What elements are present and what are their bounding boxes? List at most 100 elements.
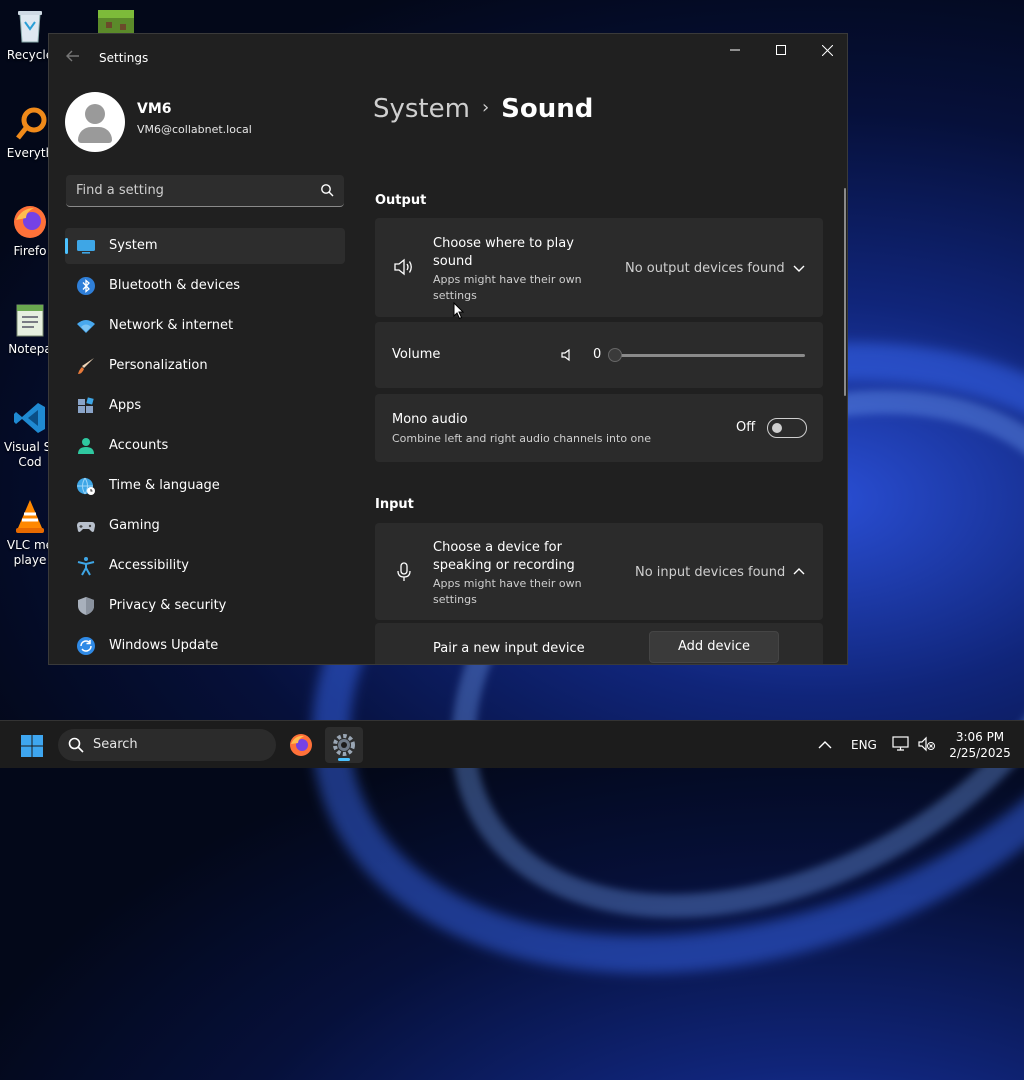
sidebar-item-label: Personalization: [109, 358, 208, 373]
input-device-title: Choose a device for speaking or recordin…: [433, 540, 575, 573]
update-icon: [77, 637, 95, 655]
output-section-title: Output: [375, 193, 427, 208]
title-bar[interactable]: Settings: [49, 34, 847, 82]
output-device-subtitle: Apps might have their own settings: [433, 273, 582, 302]
profile-email: VM6@collabnet.local: [137, 123, 252, 136]
gamepad-icon: [77, 522, 95, 532]
sidebar-item-time-language[interactable]: Time & language: [65, 468, 345, 504]
minimize-icon: [730, 49, 740, 51]
taskbar-search-label: Search: [93, 737, 138, 752]
volume-slider-track[interactable]: [615, 354, 805, 357]
shield-icon: [78, 597, 94, 615]
output-device-card[interactable]: Choose where to play sound Apps might ha…: [375, 218, 823, 317]
brush-icon: [78, 358, 94, 374]
pair-input-label: Pair a new input device: [433, 641, 585, 656]
microphone-icon: [397, 562, 411, 581]
active-app-indicator: [338, 758, 350, 761]
sidebar-item-system[interactable]: System: [65, 228, 345, 264]
volume-value: 0: [593, 347, 602, 362]
sidebar-item-gaming[interactable]: Gaming: [65, 508, 345, 544]
network-disconnected-icon[interactable]: [892, 736, 910, 752]
maximize-button[interactable]: [758, 34, 804, 66]
main-content: System › Sound Output Choose where to play…: [359, 82, 847, 664]
add-device-button[interactable]: Add device: [649, 631, 779, 663]
speaker-muted-icon[interactable]: [918, 736, 936, 752]
sidebar-item-windows-update[interactable]: Windows Update: [65, 628, 345, 664]
everything-search-icon: [12, 106, 48, 142]
notepad-icon: [12, 302, 48, 338]
volume-label: Volume: [392, 347, 441, 362]
breadcrumb-separator: ›: [481, 97, 490, 118]
accessibility-icon: [77, 557, 95, 576]
back-button[interactable]: [63, 48, 83, 68]
vscode-icon: [12, 400, 48, 436]
system-icon: [77, 240, 95, 254]
desktop-icon-minecraft[interactable]: [96, 8, 136, 34]
sidebar-item-label: Bluetooth & devices: [109, 278, 240, 293]
taskbar-firefox[interactable]: [282, 727, 320, 763]
find-setting-search[interactable]: Find a setting: [66, 175, 344, 207]
sidebar-nav: System Bluetooth & devices Network & int…: [65, 228, 345, 664]
volume-card: Volume 0: [375, 322, 823, 388]
close-button[interactable]: [804, 34, 847, 66]
sidebar-item-label: Accounts: [109, 438, 169, 453]
sidebar-item-accounts[interactable]: Accounts: [65, 428, 345, 464]
input-device-subtitle: Apps might have their own settings: [433, 577, 582, 606]
search-icon: [321, 184, 334, 197]
sidebar-item-label: Time & language: [109, 478, 220, 493]
sidebar-item-privacy-security[interactable]: Privacy & security: [65, 588, 345, 624]
volume-slider-thumb[interactable]: [608, 348, 622, 362]
language-indicator[interactable]: ENG: [851, 738, 877, 752]
mono-audio-card: Mono audio Combine left and right audio …: [375, 394, 823, 462]
chevron-up-icon[interactable]: [818, 740, 832, 750]
volume-mute-icon[interactable]: [561, 348, 575, 362]
user-profile[interactable]: VM6 VM6@collabnet.local: [65, 92, 355, 152]
minimize-button[interactable]: [712, 34, 758, 66]
pair-input-card: Pair a new input device Add device: [375, 623, 823, 664]
sidebar-item-label: Apps: [109, 398, 142, 413]
taskbar-search[interactable]: Search: [58, 729, 276, 761]
vlc-icon: [12, 498, 48, 534]
profile-name: VM6: [137, 101, 172, 117]
sidebar-item-accessibility[interactable]: Accessibility: [65, 548, 345, 584]
sidebar-item-label: Accessibility: [109, 558, 189, 573]
mouse-cursor-icon: [453, 302, 465, 320]
recycle-bin-icon: [12, 8, 48, 44]
maximize-icon: [776, 45, 786, 55]
clock-time: 3:06 PM: [955, 730, 1005, 744]
sidebar-item-label: Privacy & security: [109, 598, 227, 613]
sidebar-item-network[interactable]: Network & internet: [65, 308, 345, 344]
taskbar-settings[interactable]: [325, 727, 363, 763]
mono-audio-subtitle: Combine left and right audio channels in…: [392, 432, 652, 445]
scrollbar[interactable]: [844, 188, 846, 396]
mono-audio-title: Mono audio: [392, 412, 468, 427]
close-icon: [821, 44, 833, 56]
output-device-value: No output devices found: [625, 261, 785, 276]
chevron-up-icon: [793, 568, 805, 575]
settings-window: Settings VM6 VM6@collabnet.local Find a …: [48, 33, 848, 665]
windows-start-icon[interactable]: [20, 734, 44, 758]
mono-audio-toggle[interactable]: [767, 418, 807, 438]
input-device-card[interactable]: Choose a device for speaking or recordin…: [375, 523, 823, 620]
globe-clock-icon: [77, 477, 95, 495]
search-icon: [68, 737, 84, 753]
sidebar-item-personalization[interactable]: Personalization: [65, 348, 345, 384]
input-device-value: No input devices found: [635, 565, 786, 580]
apps-icon: [78, 397, 94, 413]
sidebar-item-bluetooth[interactable]: Bluetooth & devices: [65, 268, 345, 304]
clock-date: 2/25/2025: [949, 746, 1011, 760]
mono-audio-state: Off: [736, 420, 756, 435]
sidebar: VM6 VM6@collabnet.local Find a setting S…: [49, 82, 359, 664]
sidebar-item-label: System: [109, 238, 158, 253]
avatar: [65, 92, 125, 152]
taskbar: Search ENG 3:06 PM 2/25/2025: [0, 720, 1024, 768]
system-clock[interactable]: 3:06 PM 2/25/2025: [940, 729, 1020, 761]
breadcrumb-parent[interactable]: System: [373, 94, 470, 124]
accounts-icon: [78, 438, 94, 454]
output-device-title: Choose where to play sound: [433, 236, 574, 269]
window-title: Settings: [99, 51, 149, 65]
network-icon: [77, 320, 95, 333]
arrow-left-icon: [66, 50, 79, 62]
sidebar-item-apps[interactable]: Apps: [65, 388, 345, 424]
sidebar-item-label: Gaming: [109, 518, 160, 533]
